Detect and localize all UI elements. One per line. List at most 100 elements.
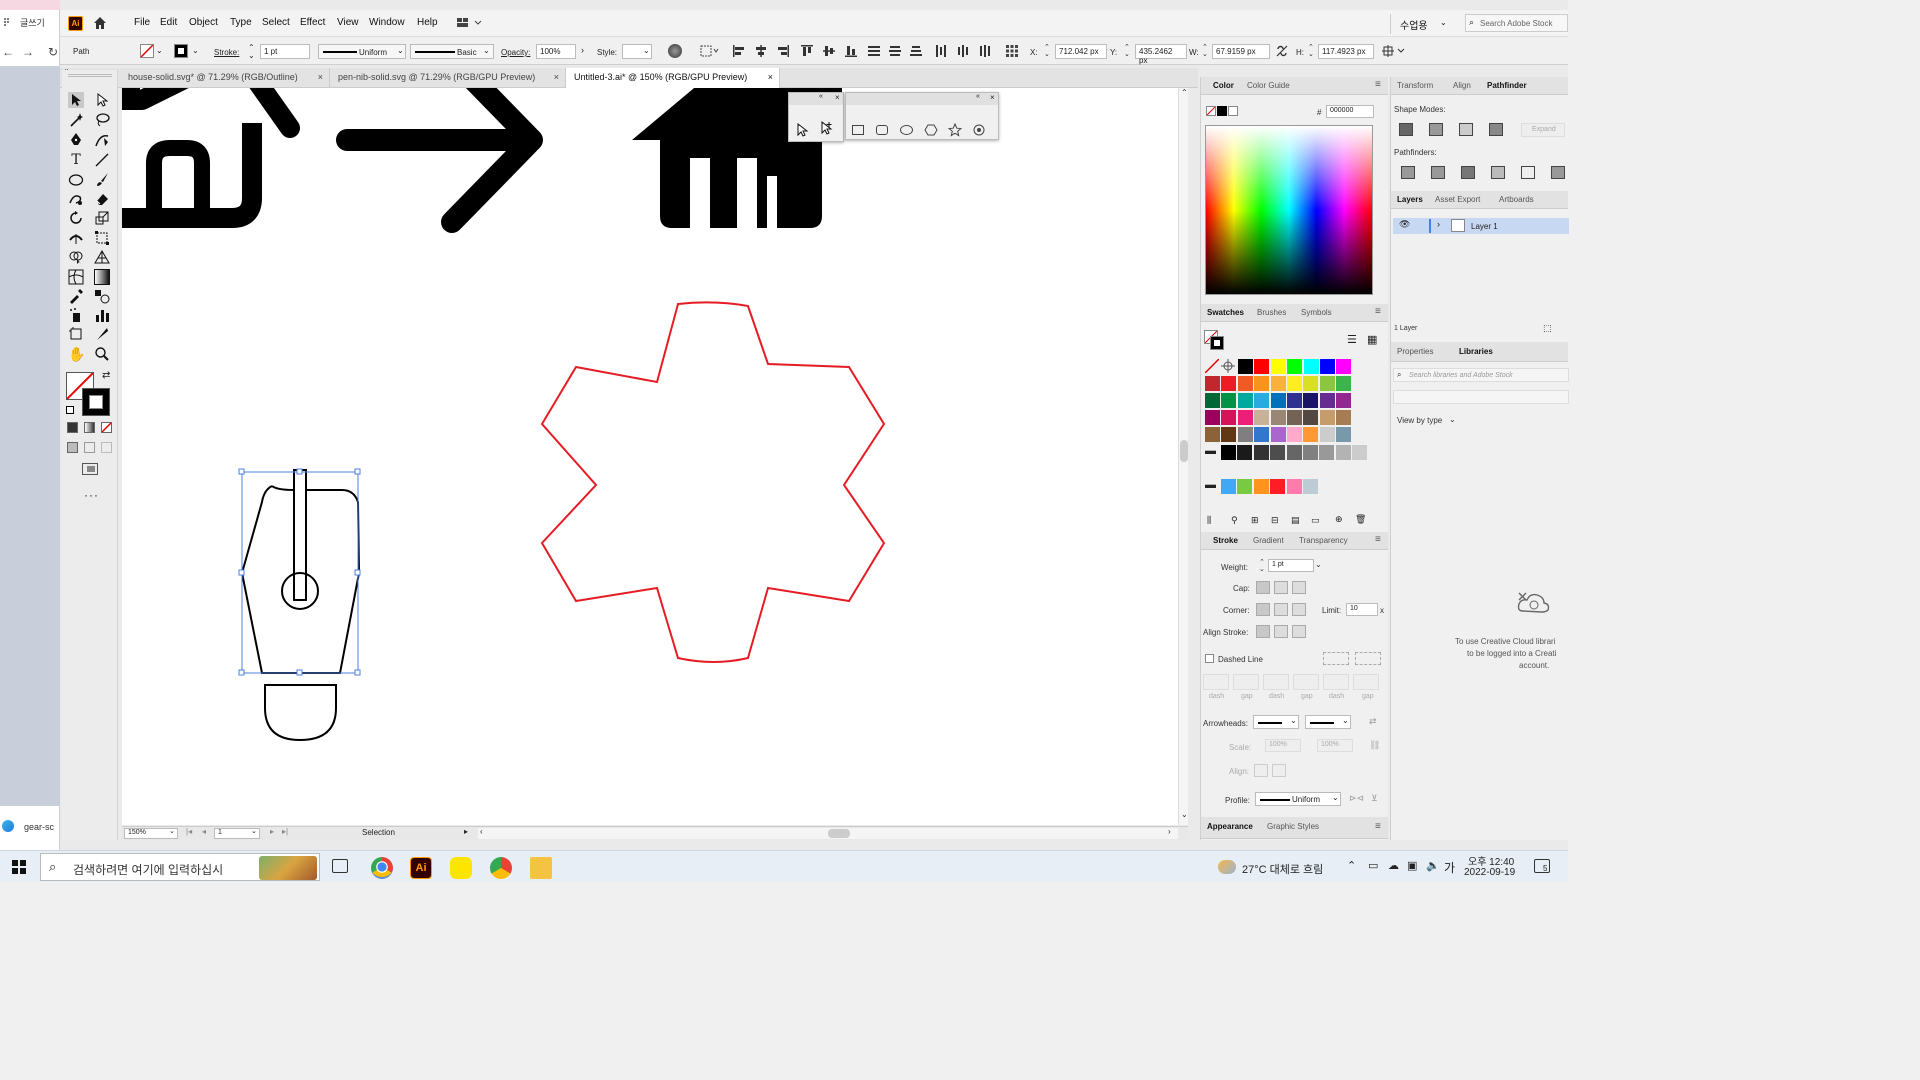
taskbar-search-box[interactable]: ⌕ 검색하려면 여기에 입력하십시	[40, 853, 320, 881]
swatch-chip[interactable]	[1205, 427, 1220, 442]
distribute-left-icon[interactable]	[935, 45, 947, 57]
rectangle-tool-icon[interactable]	[852, 125, 864, 135]
swatch-chip[interactable]	[1319, 445, 1335, 460]
swatch-folder-icon[interactable]: ▬	[1205, 445, 1219, 457]
swatch-chip[interactable]	[1319, 410, 1335, 425]
profile-select[interactable]: Uniform ⌄	[1255, 792, 1341, 806]
w-stepper-icon[interactable]: ⌃ ⌄	[1202, 44, 1208, 58]
color-fill-none-icon[interactable]	[1206, 106, 1216, 116]
tab-gradient[interactable]: Gradient	[1253, 536, 1284, 545]
dashed-line-checkbox[interactable]	[1205, 654, 1214, 663]
polygon-tool-icon[interactable]	[924, 123, 938, 137]
direct-selection-tool-icon[interactable]	[94, 92, 110, 108]
align-bottom-icon[interactable]	[845, 45, 857, 57]
swatch-chip[interactable]	[1320, 359, 1335, 374]
doc-tab-pen-nib[interactable]: pen-nib-solid.svg @ 71.29% (RGB/GPU Prev…	[330, 68, 566, 88]
draw-inside-icon[interactable]	[101, 442, 112, 453]
scroll-up-icon[interactable]: ⌃	[1181, 88, 1188, 97]
tab-graphic-styles[interactable]: Graphic Styles	[1267, 822, 1319, 831]
rotate-tool-icon[interactable]	[68, 210, 84, 226]
selection-tool-icon[interactable]	[68, 92, 84, 108]
menu-edit[interactable]: Edit	[160, 17, 177, 28]
layer-row[interactable]: 👁 › Layer 1	[1393, 218, 1569, 234]
stroke-weight-input[interactable]: 1 pt	[260, 44, 310, 59]
swatch-chip[interactable]	[1303, 359, 1319, 374]
close-icon[interactable]: ×	[835, 93, 840, 102]
reload-icon[interactable]: ↻	[48, 45, 58, 59]
new-group-icon[interactable]: ▭	[1311, 515, 1320, 526]
w-input[interactable]: 67.9159 px	[1212, 44, 1270, 59]
swatch-chip[interactable]	[1237, 427, 1253, 442]
draw-normal-icon[interactable]	[67, 442, 78, 453]
display-icon[interactable]: ▣	[1407, 859, 1417, 872]
windows-start-icon[interactable]	[12, 860, 26, 874]
minus-front-icon[interactable]	[1429, 123, 1443, 136]
intersect-icon[interactable]	[1459, 123, 1473, 136]
swatch-chip[interactable]	[1254, 393, 1270, 408]
align-outside-stroke-button[interactable]	[1292, 625, 1306, 638]
slice-tool-icon[interactable]	[94, 326, 110, 342]
tab-swatches[interactable]: Swatches	[1207, 308, 1244, 317]
swatch-chip[interactable]	[1319, 376, 1335, 391]
hex-input[interactable]: 000000	[1326, 105, 1374, 118]
reference-point-icon[interactable]	[1005, 44, 1019, 58]
brush-definition[interactable]: Basic ⌄	[410, 44, 494, 59]
swatch-chip[interactable]	[1287, 376, 1302, 391]
swatch-chip[interactable]	[1221, 445, 1236, 460]
align-hcenter-icon[interactable]	[755, 45, 767, 57]
arrange-documents-icon[interactable]	[456, 16, 482, 30]
weather-text[interactable]: 27°C 대체로 흐림	[1242, 861, 1323, 877]
color-mode-icon[interactable]	[67, 422, 78, 433]
swatch-chip[interactable]	[1254, 410, 1270, 425]
fill-dropdown-icon[interactable]: ⌄	[156, 46, 163, 55]
swatch-chip[interactable]	[1221, 393, 1237, 408]
swatch-chip[interactable]	[1221, 376, 1237, 391]
distribute-hcenter-icon[interactable]	[957, 45, 969, 57]
tab-symbols[interactable]: Symbols	[1301, 308, 1332, 317]
color-spectrum[interactable]	[1205, 125, 1373, 295]
selection-tool-icon[interactable]	[795, 123, 809, 137]
toolbar-grip[interactable]	[68, 74, 112, 77]
swatch-options-icon[interactable]: ⊞	[1251, 515, 1259, 526]
kakaotalk-taskbar-icon[interactable]	[450, 857, 472, 879]
menu-help[interactable]: Help	[417, 17, 438, 28]
tab-properties[interactable]: Properties	[1397, 347, 1433, 356]
link-scale-icon[interactable]: ⛓	[1369, 740, 1380, 751]
stroke-indicator[interactable]	[82, 388, 110, 416]
house-outline-artwork[interactable]	[122, 88, 300, 228]
align-right-icon[interactable]	[777, 45, 789, 57]
weight-input[interactable]: 1 pt	[1268, 559, 1314, 572]
start-arrowhead-select[interactable]: ⌄	[1253, 715, 1299, 729]
variable-width-profile[interactable]: Uniform ⌄	[318, 44, 406, 59]
browser-tab-label[interactable]: 글쓰기	[20, 16, 45, 29]
tab-brushes[interactable]: Brushes	[1257, 308, 1286, 317]
chevron-down-icon[interactable]: ⌄	[1449, 415, 1456, 424]
browser-bottom-tab[interactable]: gear-sc	[24, 822, 54, 832]
stroke-label[interactable]: Stroke:	[214, 48, 239, 57]
swatch-chip[interactable]	[1205, 410, 1220, 425]
h-input[interactable]: 117.4923 px	[1318, 44, 1374, 59]
vertical-scroll-thumb[interactable]	[1180, 440, 1188, 462]
panel-menu-icon[interactable]: ≡	[1375, 821, 1381, 832]
flare-tool-icon[interactable]	[972, 123, 986, 137]
clock-date[interactable]: 2022-09-19	[1464, 867, 1515, 878]
tab-appearance[interactable]: Appearance	[1207, 822, 1253, 831]
list-view-icon[interactable]: ☰	[1347, 333, 1357, 346]
butt-cap-button[interactable]	[1256, 581, 1270, 594]
minus-back-icon[interactable]	[1551, 166, 1565, 179]
align-center-stroke-button[interactable]	[1256, 625, 1270, 638]
swatch-folder-2-icon[interactable]: ▬	[1205, 479, 1219, 491]
thumbnail-view-icon[interactable]: ▦	[1367, 333, 1377, 346]
symbol-sprayer-tool-icon[interactable]	[68, 307, 84, 323]
x-stepper-icon[interactable]: ⌃ ⌄	[1044, 44, 1050, 58]
tab-color-guide[interactable]: Color Guide	[1247, 81, 1290, 90]
swatch-chip[interactable]	[1270, 376, 1286, 391]
column-graph-tool-icon[interactable]	[94, 307, 110, 323]
none-mode-icon[interactable]	[101, 422, 112, 433]
ime-indicator[interactable]: 가	[1444, 859, 1455, 876]
swap-fill-stroke-icon[interactable]: ⇄	[102, 370, 110, 381]
exclude-icon[interactable]	[1489, 123, 1503, 136]
eraser-tool-icon[interactable]	[94, 191, 110, 207]
swatch-none-icon[interactable]	[1205, 359, 1219, 373]
opacity-arrow-icon[interactable]: ›	[581, 45, 584, 55]
